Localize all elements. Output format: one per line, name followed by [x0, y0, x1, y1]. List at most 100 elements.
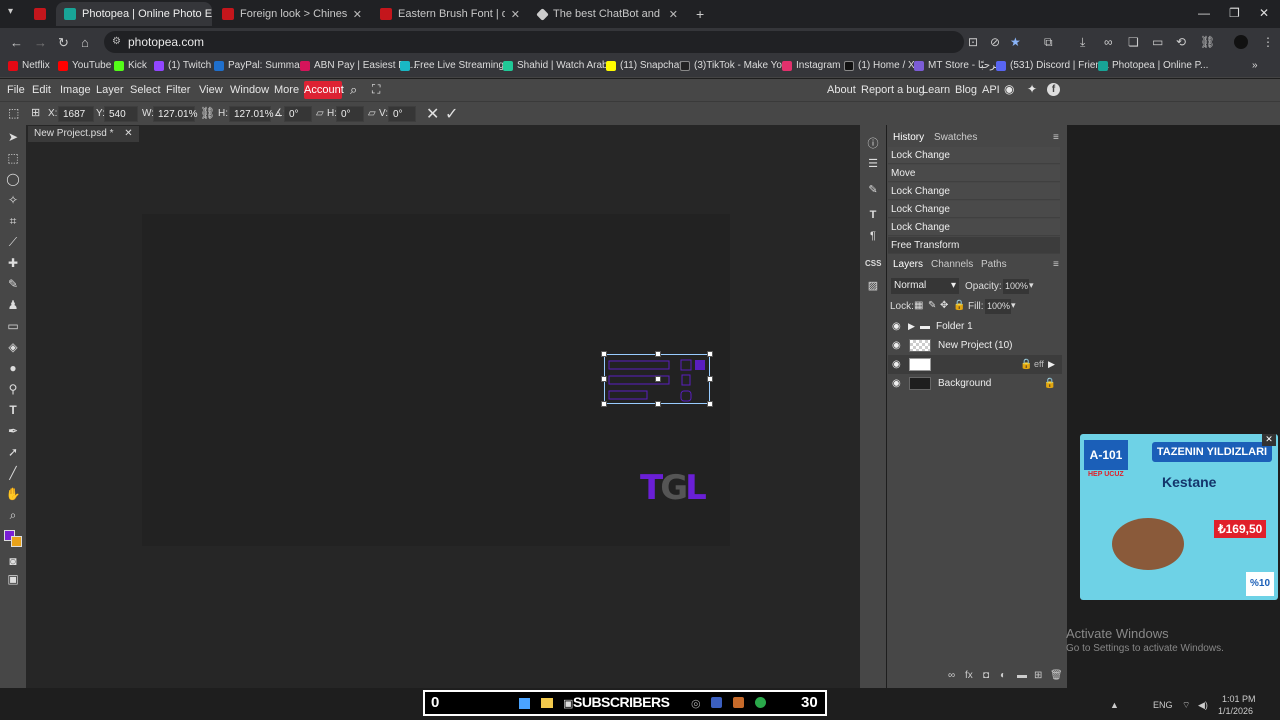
bookmark-twitch[interactable]: (1) Twitch	[154, 60, 211, 71]
layer-smart-object[interactable]: ◉ 🔒 eff ▶	[888, 355, 1062, 374]
history-item[interactable]: Lock Change	[888, 219, 1060, 236]
bookmark-netflix[interactable]: Netflix	[8, 60, 50, 71]
menu-view[interactable]: View	[199, 84, 223, 96]
screen-mode-icon[interactable]: ▣	[5, 571, 21, 587]
transform-handle-nw[interactable]	[601, 351, 607, 357]
back-icon[interactable]: ←	[10, 35, 23, 50]
extensions-icon[interactable]: ⧉	[1044, 35, 1053, 50]
transform-handle-center[interactable]	[655, 376, 661, 382]
bookmark-discord[interactable]: (531) Discord | Frien...	[996, 60, 1109, 71]
path-select-tool-icon[interactable]: ➚	[5, 444, 21, 460]
layer-folder-1[interactable]: ◉ ▶ ▬ Folder 1	[888, 317, 1062, 336]
effects-expand-icon[interactable]: ▶	[1048, 355, 1055, 374]
transform-handle-w[interactable]	[601, 376, 607, 382]
tab-layers[interactable]: Layers	[893, 259, 923, 270]
bookmark-shahid[interactable]: Shahid | Watch Arab...	[503, 60, 616, 71]
facebook-icon[interactable]: f	[1047, 83, 1060, 96]
bookmark-x[interactable]: (1) Home / X	[844, 60, 915, 71]
address-bar[interactable]: ⚙ photopea.com	[104, 31, 964, 53]
lock-position-icon[interactable]: ✥	[940, 300, 948, 311]
adjustments-icon[interactable]: ☰	[865, 157, 881, 173]
eraser-tool-icon[interactable]: ▭	[5, 318, 21, 334]
link-proportions-icon[interactable]: ⛓	[200, 106, 215, 120]
tab-chatbot[interactable]: The best ChatBot and Widgets ✕	[530, 2, 686, 26]
height-input[interactable]: 127.01%	[229, 106, 273, 122]
layers-menu-icon[interactable]: ≡	[1053, 259, 1059, 270]
transform-handle-s[interactable]	[655, 401, 661, 407]
bookmark-mt-store[interactable]: MT Store - مرحبًا	[914, 60, 1001, 71]
transform-handle-se[interactable]	[707, 401, 713, 407]
wallet-icon[interactable]: ▭	[1152, 35, 1163, 49]
tracking-icon[interactable]: ⊘	[990, 35, 1000, 49]
tab-paths[interactable]: Paths	[981, 259, 1007, 270]
search-icon[interactable]: ⌕	[350, 82, 357, 98]
history-item-current[interactable]: Free Transform	[888, 237, 1060, 254]
commit-transform-icon[interactable]: ✓	[445, 104, 458, 124]
image-icon[interactable]: ▨	[865, 279, 881, 295]
tab-foreign-look[interactable]: Foreign look > Chinese, Jpn fo ✕	[214, 2, 370, 26]
tray-overflow-icon[interactable]: ▲	[1110, 700, 1119, 710]
history-item[interactable]: Move	[888, 165, 1060, 182]
clock-date[interactable]: 1/1/2026	[1218, 706, 1253, 716]
magic-wand-tool-icon[interactable]: ✧	[5, 192, 21, 208]
panel-menu-icon[interactable]: ≡	[1053, 132, 1059, 143]
tab-photopea[interactable]: Photopea | Online Photo Editor ✕	[56, 2, 212, 26]
menu-layer[interactable]: Layer	[96, 84, 124, 96]
add-mask-icon[interactable]: ◘	[983, 670, 989, 681]
history-icon[interactable]: ⟲	[1176, 35, 1186, 49]
bookmark-photopea[interactable]: Photopea | Online P...	[1098, 60, 1208, 71]
delete-layer-icon[interactable]: 🗑	[1050, 670, 1063, 681]
blend-mode-select[interactable]: Normal ▾	[891, 278, 959, 294]
xbox-icon[interactable]	[755, 697, 766, 708]
bookmark-snapchat[interactable]: (11) Snapchat	[606, 60, 682, 71]
paint-bucket-tool-icon[interactable]: ◈	[5, 339, 21, 355]
transform-handle-n[interactable]	[655, 351, 661, 357]
document-tab[interactable]: New Project.psd * ✕	[28, 126, 139, 142]
brush-settings-icon[interactable]: ✎	[865, 183, 881, 199]
info-icon[interactable]: ⓘ	[865, 135, 881, 151]
menu-select[interactable]: Select	[130, 84, 161, 96]
opacity-input[interactable]: 100%	[1003, 279, 1029, 294]
forward-icon[interactable]: →	[34, 35, 47, 50]
layer-background[interactable]: ◉ Background 🔒	[888, 374, 1062, 393]
taskbar-app-icon[interactable]: ▣	[563, 697, 573, 710]
close-tab-icon[interactable]: ✕	[347, 8, 362, 21]
photoshop-icon[interactable]	[733, 697, 744, 708]
twitter-icon[interactable]: ✦	[1027, 82, 1037, 96]
dodge-tool-icon[interactable]: ⚲	[5, 381, 21, 397]
tab-history[interactable]: History	[893, 132, 924, 143]
ad-close-icon[interactable]: ✕	[1262, 434, 1276, 446]
pinned-tab-icon[interactable]	[34, 8, 46, 20]
move-tool-icon[interactable]: ⬚	[8, 106, 19, 120]
history-item[interactable]: Lock Change	[888, 183, 1060, 200]
menu-image[interactable]: Image	[60, 84, 91, 96]
quick-mask-icon[interactable]: ◙	[5, 553, 21, 569]
lang-indicator[interactable]: ENG	[1153, 700, 1173, 710]
bookmark-kick[interactable]: Kick	[114, 60, 147, 71]
eyedropper-tool-icon[interactable]: ⟋	[5, 234, 21, 250]
volume-icon[interactable]: ◀)	[1198, 700, 1208, 711]
h-skew-input[interactable]: 0°	[336, 106, 364, 122]
wifi-icon[interactable]: ⌔	[1182, 700, 1190, 711]
lock-pixels-icon[interactable]: ✎	[928, 300, 936, 311]
layer-effects-badge[interactable]: eff	[1034, 355, 1044, 374]
start-icon[interactable]	[519, 698, 530, 709]
y-input[interactable]: 540 px	[104, 106, 138, 136]
brush-tool-icon[interactable]: ✎	[5, 276, 21, 292]
hand-tool-icon[interactable]: ✋	[5, 486, 21, 502]
tab-list-icon[interactable]: ▾	[8, 6, 13, 17]
move-tool-icon[interactable]: ➤	[5, 129, 21, 145]
visibility-eye-icon[interactable]: ◉	[892, 336, 901, 355]
chrome-icon[interactable]: ◎	[691, 697, 701, 710]
menu-filter[interactable]: Filter	[166, 84, 190, 96]
width-input[interactable]: 127.01%	[153, 106, 197, 122]
transform-selection[interactable]	[601, 351, 713, 407]
line-tool-icon[interactable]: ╱	[5, 465, 21, 481]
menu-api[interactable]: API	[982, 84, 1000, 96]
profile-avatar[interactable]	[1234, 35, 1248, 49]
bookmark-youtube[interactable]: YouTube	[58, 60, 111, 71]
close-tab-icon[interactable]: ✕	[663, 8, 678, 21]
history-item[interactable]: Lock Change	[888, 201, 1060, 218]
visibility-eye-icon[interactable]: ◉	[892, 374, 901, 393]
fill-dropdown-icon[interactable]: ▾	[1011, 300, 1016, 311]
